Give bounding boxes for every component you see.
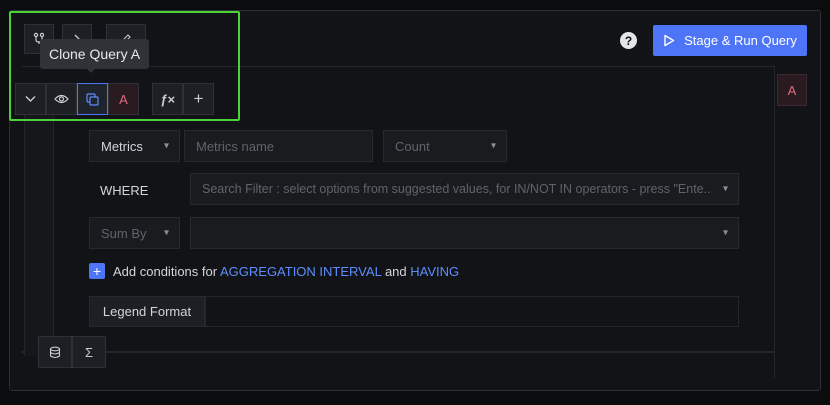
run-button-label: Stage & Run Query [684,33,797,48]
tooltip-text: Clone Query A [49,46,141,62]
database-icon[interactable] [38,336,72,368]
chevron-down-icon: ▾ [163,227,169,239]
add-conditions-joiner: and [384,263,407,279]
chevron-down-icon[interactable] [15,83,46,115]
aggregate-value: Count [395,138,430,154]
query-letter-a[interactable]: A [108,83,139,115]
query-right-rail [774,66,808,378]
bottom-tools: Σ [38,336,106,368]
chevron-down-icon: ▾ [722,183,728,195]
copy-icon [86,92,99,106]
group-by-select[interactable]: Sum By ▾ [89,217,180,249]
add-query-button[interactable]: + [183,83,214,115]
formula-button[interactable]: ƒ× [152,83,183,115]
eye-icon[interactable] [46,83,77,115]
chevron-down-icon: ▾ [722,227,728,239]
add-conditions-row: + Add conditions for AGGREGATION INTERVA… [89,263,459,279]
tooltip: Clone Query A [40,39,150,69]
query-toolbar: A [15,83,139,115]
query-badge-letter: A [787,82,797,98]
tooltip-arrow [86,68,96,73]
query-toolbar-secondary: ƒ× + [152,83,214,115]
having-link[interactable]: HAVING [410,264,459,279]
aggregation-interval-link[interactable]: AGGREGATION INTERVAL [220,264,381,279]
metric-name-placeholder: Metrics name [196,138,275,154]
where-label: WHERE [100,183,149,198]
help-glyph: ? [624,33,633,48]
group-by-value: Sum By [101,225,147,241]
aggregate-select[interactable]: Count ▾ [383,130,507,162]
add-conditions-icon[interactable]: + [89,263,105,279]
chevron-down-icon: ▾ [163,140,169,152]
data-source-select[interactable]: Metrics ▾ [89,130,180,162]
help-icon[interactable]: ? [620,32,637,49]
metric-name-input[interactable]: Metrics name [184,130,373,162]
search-filter-input[interactable]: Search Filter : select options from sugg… [190,173,739,205]
group-by-values-select[interactable]: ▾ [190,217,739,249]
play-icon [664,34,675,47]
sigma-button[interactable]: Σ [72,336,106,368]
formula-glyph: ƒ× [160,91,175,107]
legend-format-label: Legend Format [89,296,205,327]
chevron-down-icon: ▾ [490,140,496,152]
query-letter: A [119,91,128,107]
search-filter-placeholder: Search Filter : select options from sugg… [202,182,711,196]
query-left-rail [24,112,54,356]
add-conditions-prefix: Add conditions for [113,263,218,279]
sigma-glyph: Σ [84,344,94,360]
add-glyph: + [193,89,204,108]
clone-query-button[interactable] [77,83,108,115]
data-source-value: Metrics [101,138,143,154]
legend-format-input[interactable] [205,296,739,327]
stage-run-query-button[interactable]: Stage & Run Query [653,25,807,56]
query-badge[interactable]: A [777,74,807,106]
